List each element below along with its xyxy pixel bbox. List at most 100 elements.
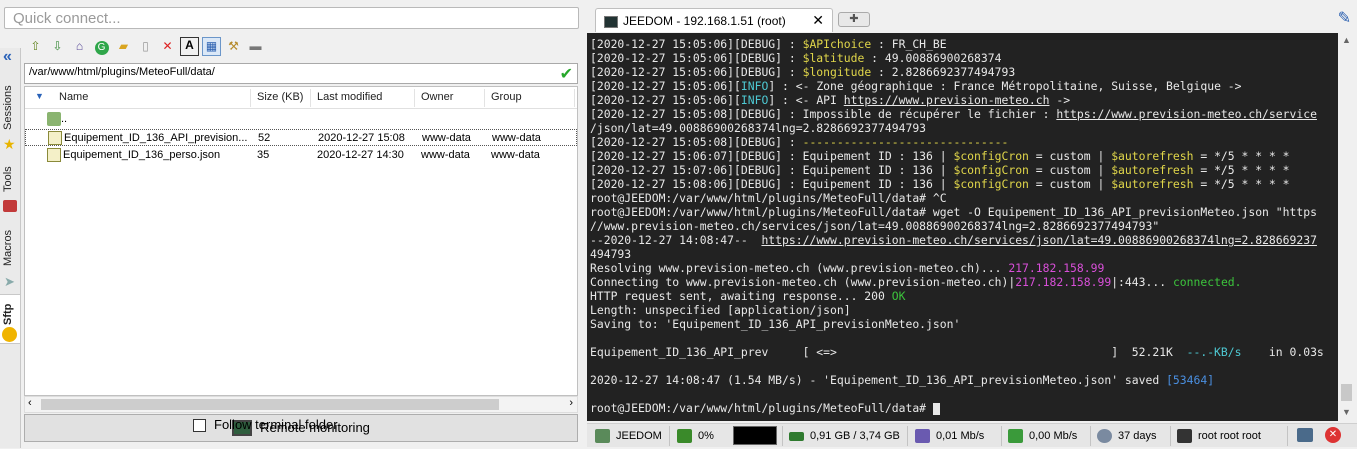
disconnect-icon[interactable] [1297,428,1313,442]
status-users-text: root root root [1198,430,1261,442]
terminal-line: [2020-12-27 15:05:06][DEBUG] : $latitude… [590,51,1335,65]
terminal-segment: root@JEEDOM:/var/www/html/plugins/MeteoF… [590,191,947,205]
terminal-segment: [2020-12-27 15:08:06][DEBUG] : Equipemen… [590,177,954,191]
properties-icon[interactable]: ▦ [202,37,221,56]
terminal-line: //www.prevision-meteo.ch/services/json/l… [590,219,1335,233]
status-host[interactable]: JEEDOM [595,428,662,446]
tab-title: JEEDOM - 192.168.1.51 (root) [623,14,786,28]
delete-icon[interactable]: ✕ [158,37,177,56]
home-icon[interactable]: ⌂ [70,37,89,56]
terminal-segment: Equipement_ID_136_API_prev [ <=> ] 52.21… [590,345,1187,359]
collapse-sidebar-icon[interactable]: « [3,48,12,66]
hscroll-thumb[interactable] [41,399,499,410]
terminal-line: [2020-12-27 15:07:06][DEBUG] : Equipemen… [590,163,1335,177]
terminal-segment: $autorefresh [1111,163,1194,177]
terminal-segment: ------------------------------ [802,135,1009,149]
scroll-up-icon[interactable]: ▲ [1342,35,1351,45]
terminal-line: [2020-12-27 15:05:06][INFO] : <- API htt… [590,93,1335,107]
quick-connect-input[interactable]: Quick connect... [4,7,579,29]
col-group[interactable]: Group [491,91,522,103]
new-file-icon[interactable]: ▯ [136,37,155,56]
col-modified[interactable]: Last modified [317,91,382,103]
scroll-left-icon[interactable]: ‹ [28,397,32,409]
memory-icon [789,431,804,441]
parent-dir-row[interactable]: .. [25,111,577,128]
vscroll-thumb[interactable] [1341,384,1352,401]
checkmark-icon[interactable]: ✔ [560,64,573,84]
terminal-segment: = */5 * * * * [1193,177,1290,191]
clock-icon [1097,429,1112,444]
status-users: root root root [1177,428,1261,446]
tab-macros-label: Macros [2,229,14,267]
status-upload: 0,01 Mb/s [915,428,984,446]
tab-macros[interactable]: Macros [0,222,21,272]
terminal-line: [2020-12-27 15:05:06][INFO] : <- Zone gé… [590,79,1335,93]
rename-icon[interactable]: A [180,37,199,56]
terminal-line: root@JEEDOM:/var/www/html/plugins/MeteoF… [590,191,1335,205]
terminal-segment: [2020-12-27 15:05:06][ [590,93,741,107]
terminal-line: [2020-12-27 15:05:08][DEBUG] : ---------… [590,135,1335,149]
follow-terminal-label: Follow terminal folder [214,417,338,432]
file-name: Equipement_ID_136_API_prevision... [64,132,248,144]
terminal-segment: /json/lat=49.00886900268374lng=2.8286692… [590,121,927,135]
status-uptime-text: 37 days [1118,430,1157,442]
new-folder-icon[interactable]: ▰ [114,37,133,56]
terminal-icon[interactable]: ▬ [246,37,265,56]
terminal-segment: $APIchoice [802,37,872,51]
terminal-segment: [2020-12-27 15:05:06][DEBUG] : [590,65,803,79]
terminal-line: Connecting to www.prevision-meteo.ch (ww… [590,275,1335,289]
file-modified: 2020-12-27 14:30 [317,149,404,161]
plus-icon: ✚ [849,13,859,25]
terminal-segment: HTTP request sent, awaiting response... … [590,289,892,303]
terminal-line: Length: unspecified [application/json] [590,303,1335,317]
server-icon [595,429,610,444]
parent-folder-icon[interactable]: ⇧ [26,37,45,56]
file-list-hscrollbar[interactable]: ‹ › [24,396,578,413]
paperclip-icon[interactable]: ✎ [1338,8,1351,28]
terminal-segment: 494793 [590,247,632,261]
terminal-segment: Saving to: 'Equipement_ID_136_API_previs… [590,317,961,331]
sftp-path-text: /var/www/html/plugins/MeteoFull/data/ [29,66,215,78]
file-row[interactable]: Equipement_ID_136_perso.json 35 2020-12-… [25,147,577,164]
status-cpu-text: 0% [698,430,714,442]
refresh-icon[interactable]: G [92,37,111,56]
tab-jeedom-session[interactable]: JEEDOM - 192.168.1.51 (root) ✕ [595,8,833,32]
terminal-line: [2020-12-27 15:05:08][DEBUG] : Impossibl… [590,107,1335,121]
terminal-segment: [2020-12-27 15:05:06][ [590,79,741,93]
sftp-path-input[interactable]: /var/www/html/plugins/MeteoFull/data/ ✔ [24,63,578,84]
col-name[interactable]: Name [59,91,88,103]
paper-plane-icon: ➤ [4,274,15,289]
terminal-output[interactable]: [2020-12-27 15:05:06][DEBUG] : $APIchoic… [587,33,1338,421]
tab-tools[interactable]: Tools [0,156,21,196]
users-icon [1177,429,1192,444]
terminal-vscrollbar[interactable]: ▲ ▼ [1338,33,1355,421]
close-icon[interactable]: ✕ [812,12,824,29]
scroll-right-icon[interactable]: › [569,397,573,409]
wand-icon[interactable]: ⚒ [224,37,243,56]
status-memory-text: 0,91 GB / 3,74 GB [810,430,900,442]
terminal-segment: ] : <- API [768,93,844,107]
terminal-tab-bar: JEEDOM - 192.168.1.51 (root) ✕ ✚ ✎ [585,0,1357,33]
checkbox-box[interactable] [193,419,206,433]
json-file-icon [48,131,62,145]
terminal-segment: $autorefresh [1111,149,1194,163]
tab-sessions[interactable]: Sessions [0,78,21,138]
col-owner[interactable]: Owner [421,91,453,103]
col-size[interactable]: Size (KB) [257,91,303,103]
new-tab-button[interactable]: ✚ [838,12,870,27]
terminal-segment: https://www.prevision-meteo.ch/services/… [761,233,1317,247]
terminal-segment: root@JEEDOM:/var/www/html/plugins/MeteoF… [590,205,1317,219]
file-row[interactable]: Equipement_ID_136_API_prevision... 52 20… [25,129,577,146]
tab-sftp[interactable]: Sftp [0,294,21,344]
follow-terminal-checkbox[interactable]: Follow terminal folder [193,417,338,433]
download-icon[interactable]: ⇩ [48,37,67,56]
close-session-icon[interactable]: ✕ [1325,427,1341,443]
terminal-segment: -> [1049,93,1071,107]
tab-tools-label: Tools [2,166,14,192]
file-list-header: ▼ Name Size (KB) Last modified Owner Gro… [25,87,577,109]
terminal-segment: = custom | [1028,149,1112,163]
terminal-segment: [2020-12-27 15:05:08][DEBUG] : [590,135,803,149]
file-size: 35 [257,149,270,161]
terminal-segment: Length: unspecified [application/json] [590,303,851,317]
scroll-down-icon[interactable]: ▼ [1342,407,1351,417]
